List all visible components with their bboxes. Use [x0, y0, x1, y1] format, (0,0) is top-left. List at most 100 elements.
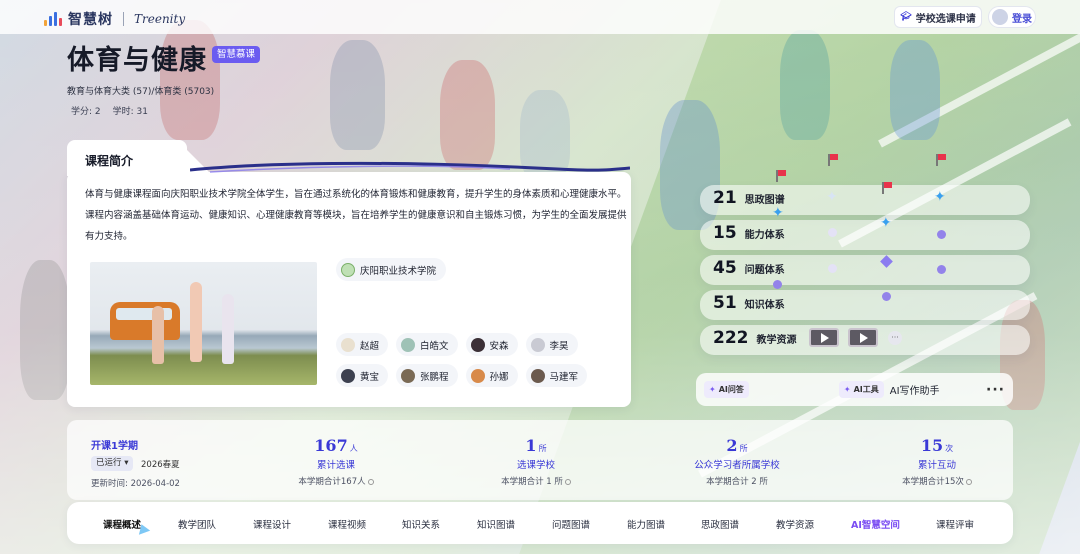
stat-label: 选课学校: [516, 460, 555, 471]
ai-writing-assistant[interactable]: AI写作助手: [890, 382, 940, 397]
school-name: 庆阳职业技术学院: [360, 265, 437, 277]
login-button[interactable]: 登录: [988, 6, 1036, 28]
more-options-icon[interactable]: ···: [986, 382, 1005, 398]
stat-label: 累计选课: [316, 460, 355, 471]
graph-count: 15: [713, 223, 737, 243]
ai-qa-label: AI问答: [718, 385, 744, 394]
flag-icon: [828, 154, 838, 166]
apply-label: 学校选课申请: [915, 13, 976, 25]
stat-unit: 人: [349, 444, 358, 453]
sparkle-icon: ✦: [709, 385, 716, 394]
stat-unit: 次: [945, 444, 954, 453]
info-icon[interactable]: [367, 478, 374, 485]
teacher-avatar: [470, 368, 485, 383]
teacher-chip[interactable]: 李昊: [525, 333, 578, 356]
term-count: 开课1学期: [91, 441, 138, 452]
teacher-name: 马建军: [549, 371, 579, 383]
course-category: 教育与体育大类 (57)/体育类 (5703): [67, 87, 215, 97]
wave-decoration: [190, 161, 630, 173]
tab-review[interactable]: 课程评审: [936, 517, 974, 531]
school-apply-button[interactable]: 🎓︎ 学校选课申请: [894, 6, 982, 28]
course-credits: 学分: 2 学时: 31: [71, 104, 148, 117]
teacher-chip[interactable]: 马建军: [525, 364, 588, 387]
stat-schools: 1所 选课学校 本学期合计 1 所: [461, 436, 611, 487]
site-logo[interactable]: 智慧树 Treenity: [44, 9, 185, 29]
teacher-chip[interactable]: 张鹏程: [396, 364, 458, 387]
stat-unit: 所: [538, 444, 547, 453]
tab-problem-graph[interactable]: 问题图谱: [552, 517, 590, 531]
bus-shape: [110, 302, 180, 340]
video-thumbnail[interactable]: [809, 328, 839, 347]
info-icon[interactable]: [564, 478, 571, 485]
sparkle-icon: ✦: [772, 205, 784, 221]
school-chip[interactable]: 庆阳职业技术学院: [336, 258, 447, 281]
graph-label: 能力体系: [744, 230, 785, 241]
logo-bars-icon: [44, 12, 62, 26]
tab-knowledge-relations[interactable]: 知识关系: [402, 517, 440, 531]
graph-label: 问题体系: [744, 265, 785, 276]
tab-knowledge-graph[interactable]: 知识图谱: [477, 517, 515, 531]
teacher-chip[interactable]: 黄宝: [336, 364, 389, 387]
status-dropdown[interactable]: 已运行 ▾: [91, 456, 134, 471]
tab-ability-graph[interactable]: 能力图谱: [627, 517, 665, 531]
sparkle-icon: ✦: [934, 189, 946, 205]
graph-item-ability[interactable]: 15 能力体系: [713, 223, 785, 243]
stat-number: 2: [726, 436, 738, 455]
login-label: 登录: [1012, 13, 1032, 25]
graph-count: 45: [713, 258, 737, 278]
tab-design[interactable]: 课程设计: [253, 517, 291, 531]
logo-subtitle: Treenity: [134, 12, 186, 26]
graph-count: 51: [713, 293, 737, 313]
teacher-name: 安森: [489, 340, 509, 352]
sparkle-icon: ✦: [880, 215, 892, 231]
node-dot: [828, 264, 837, 273]
tab-team[interactable]: 教学团队: [178, 517, 216, 531]
graph-label: 教学资源: [756, 335, 797, 346]
graph-label: 知识体系: [744, 300, 785, 311]
stat-public-schools: 2所 公众学习者所属学校 本学期合计 2 所: [662, 436, 812, 487]
more-resources-icon[interactable]: ···: [888, 331, 902, 345]
node-dot: [882, 292, 891, 301]
teacher-avatar: [401, 337, 416, 352]
tab-overview[interactable]: 课程概述: [103, 517, 141, 531]
node-dot: [828, 228, 837, 237]
ai-tools-chip[interactable]: ✦ AI工具: [838, 381, 884, 398]
course-cover-image[interactable]: [90, 262, 317, 385]
tab-videos[interactable]: 课程视频: [328, 517, 366, 531]
ai-qa-chip[interactable]: ✦ AI问答: [704, 381, 749, 398]
stat-subtext: 本学期合计 2 所: [706, 477, 768, 487]
graph-panel: 21 思政图谱 15 能力体系 45 问题体系 51 知识体系 222 教学资源 ✦ ✦ …: [700, 140, 1030, 365]
teacher-name: 白皓文: [420, 340, 449, 352]
teacher-chip[interactable]: 安森: [465, 333, 518, 356]
stat-interactions: 15 次 累计互动 本学期合计15次: [862, 436, 1012, 487]
node-dot: [937, 230, 946, 239]
ai-tools-label: AI工具: [853, 385, 879, 394]
teacher-chip[interactable]: 白皓文: [396, 333, 458, 356]
stat-subtext: 本学期合计15次: [902, 477, 964, 487]
course-title: 体育与健康: [67, 45, 207, 76]
tab-ideology-graph[interactable]: 思政图谱: [701, 517, 739, 531]
top-bar: 智慧树 Treenity 🎓︎ 学校选课申请 登录: [0, 0, 1080, 34]
teacher-chip[interactable]: 孙娜: [465, 364, 518, 387]
graph-item-knowledge[interactable]: 51 知识体系: [713, 293, 785, 313]
teacher-chip[interactable]: 赵超: [336, 333, 389, 356]
tab-resources[interactable]: 教学资源: [776, 517, 814, 531]
graph-item-resources[interactable]: 222 教学资源: [713, 328, 797, 348]
node-dot: [773, 280, 782, 289]
sparkle-icon: ✦: [843, 385, 851, 394]
course-badge: 智慧慕课: [212, 46, 261, 63]
stat-subtext: 本学期合计167人: [298, 477, 366, 487]
graph-count: 21: [713, 188, 737, 208]
logo-text: 智慧树: [68, 12, 113, 28]
updated-time: 更新时间: 2026-04-02: [91, 479, 180, 489]
stat-unit: 所: [739, 444, 748, 453]
intro-text: 体育与健康课程面向庆阳职业技术学院全体学生，旨在通过系统化的体育锻炼和健康教育，…: [85, 189, 627, 242]
info-icon[interactable]: [965, 478, 972, 485]
teacher-avatar: [530, 337, 545, 352]
video-thumbnail[interactable]: [848, 328, 878, 347]
flag-icon: [776, 170, 786, 182]
runner-figure: [152, 306, 164, 364]
node-dot: [937, 265, 946, 274]
tab-ai-space[interactable]: AI智慧空间: [851, 517, 900, 531]
graph-item-problem[interactable]: 45 问题体系: [713, 258, 785, 278]
